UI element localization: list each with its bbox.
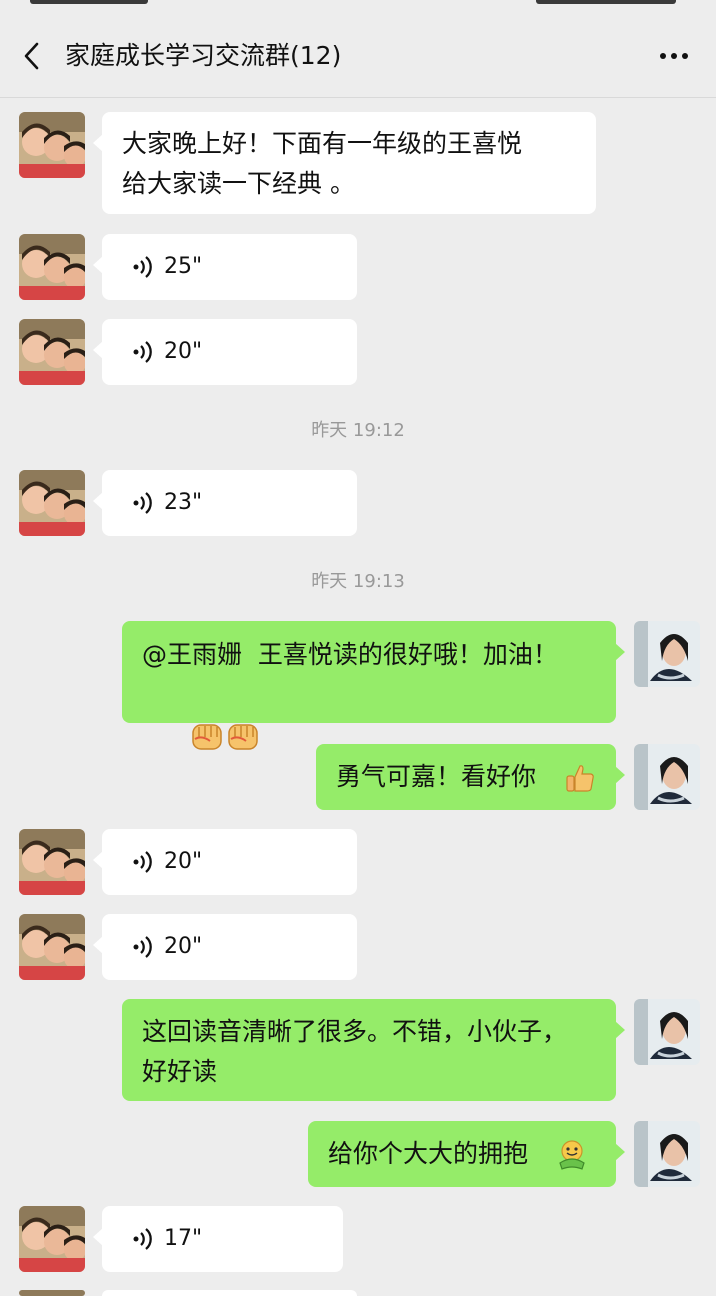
message-bubble-outgoing[interactable]: 勇气可嘉！看好你 [316, 744, 625, 810]
message-text-line-1: @王雨姗 王喜悦读的很好哦！加油！ [142, 640, 558, 669]
raised-fist-emoji [142, 675, 260, 750]
avatar-sender-children[interactable] [19, 319, 85, 385]
avatar-self[interactable] [634, 621, 700, 687]
avatar-self[interactable] [634, 1121, 700, 1187]
avatar-sender-children[interactable] [19, 914, 85, 980]
voice-message-bubble[interactable]: 25" [93, 234, 357, 300]
nav-bar: 家庭成长学习交流群(12) [0, 12, 716, 98]
voice-wave-icon [133, 492, 152, 514]
message-bubble-outgoing[interactable]: 这回读音清晰了很多。不错，小伙子， 好好读 [122, 999, 625, 1101]
message-bubble-outgoing[interactable]: 给你个大大的拥抱 [308, 1121, 625, 1187]
chat-title: 家庭成长学习交流群(12) [65, 41, 342, 70]
voice-duration: 25" [164, 254, 203, 279]
hug-emoji [559, 1140, 585, 1170]
more-button[interactable] [654, 38, 694, 74]
avatar-sender-children[interactable] [19, 112, 85, 178]
avatar-sender-children[interactable] [19, 470, 85, 536]
voice-message-bubble[interactable]: 20" [93, 319, 357, 385]
thumbs-up-emoji [566, 765, 594, 792]
voice-wave-icon [133, 936, 152, 958]
voice-duration: 20" [164, 934, 203, 959]
message-timestamp: 昨天 19:13 [311, 571, 405, 592]
status-bar-indicators [536, 0, 676, 4]
voice-duration: 20" [164, 849, 203, 874]
voice-wave-icon [133, 851, 152, 873]
ellipsis-icon [660, 53, 666, 59]
avatar-sender-children[interactable] [19, 234, 85, 300]
voice-message-bubble[interactable]: 20" [93, 829, 357, 895]
voice-message-bubble[interactable]: 20" [93, 914, 357, 980]
avatar-self[interactable] [634, 744, 700, 810]
voice-message-bubble[interactable]: 23" [93, 470, 357, 536]
message-bubble-incoming[interactable]: 大家晚上好！下面有一年级的王喜悦 给大家读一下经典 。 [93, 112, 596, 214]
message-timestamp: 昨天 19:12 [311, 420, 405, 441]
message-text-line-2: 好好读 [142, 1057, 218, 1086]
message-text-line-1: 这回读音清晰了很多。不错，小伙子， [142, 1017, 568, 1046]
message-text-line-1: 大家晚上好！下面有一年级的王喜悦 [122, 129, 523, 158]
voice-message-bubble[interactable]: 17" [93, 1206, 343, 1272]
avatar-sender-children[interactable] [19, 1206, 85, 1272]
voice-wave-icon [133, 1228, 152, 1250]
status-bar [0, 0, 716, 12]
chat-screen: 家庭成长学习交流群(12) 大家晚上好！下面有一年级的王喜悦 给大家读一下经典 … [0, 0, 716, 1296]
voice-wave-icon [133, 341, 152, 363]
back-button[interactable] [14, 36, 50, 76]
avatar-self[interactable] [634, 999, 700, 1065]
chevron-left-icon [24, 42, 39, 70]
message-text-line-2: 给大家读一下经典 。 [122, 169, 355, 198]
avatar-sender-children[interactable] [19, 1290, 85, 1296]
voice-message-bubble[interactable] [102, 1290, 357, 1296]
message-text: 勇气可嘉！看好你 [336, 762, 537, 791]
voice-wave-icon [133, 256, 152, 278]
voice-duration: 20" [164, 339, 203, 364]
message-text: 给你个大大的拥抱 [328, 1139, 529, 1168]
status-bar-time [30, 0, 148, 4]
avatar-sender-children[interactable] [19, 829, 85, 895]
message-bubble-outgoing[interactable]: @王雨姗 王喜悦读的很好哦！加油！ [122, 621, 625, 750]
voice-duration: 23" [164, 490, 203, 515]
voice-duration: 17" [164, 1226, 203, 1251]
